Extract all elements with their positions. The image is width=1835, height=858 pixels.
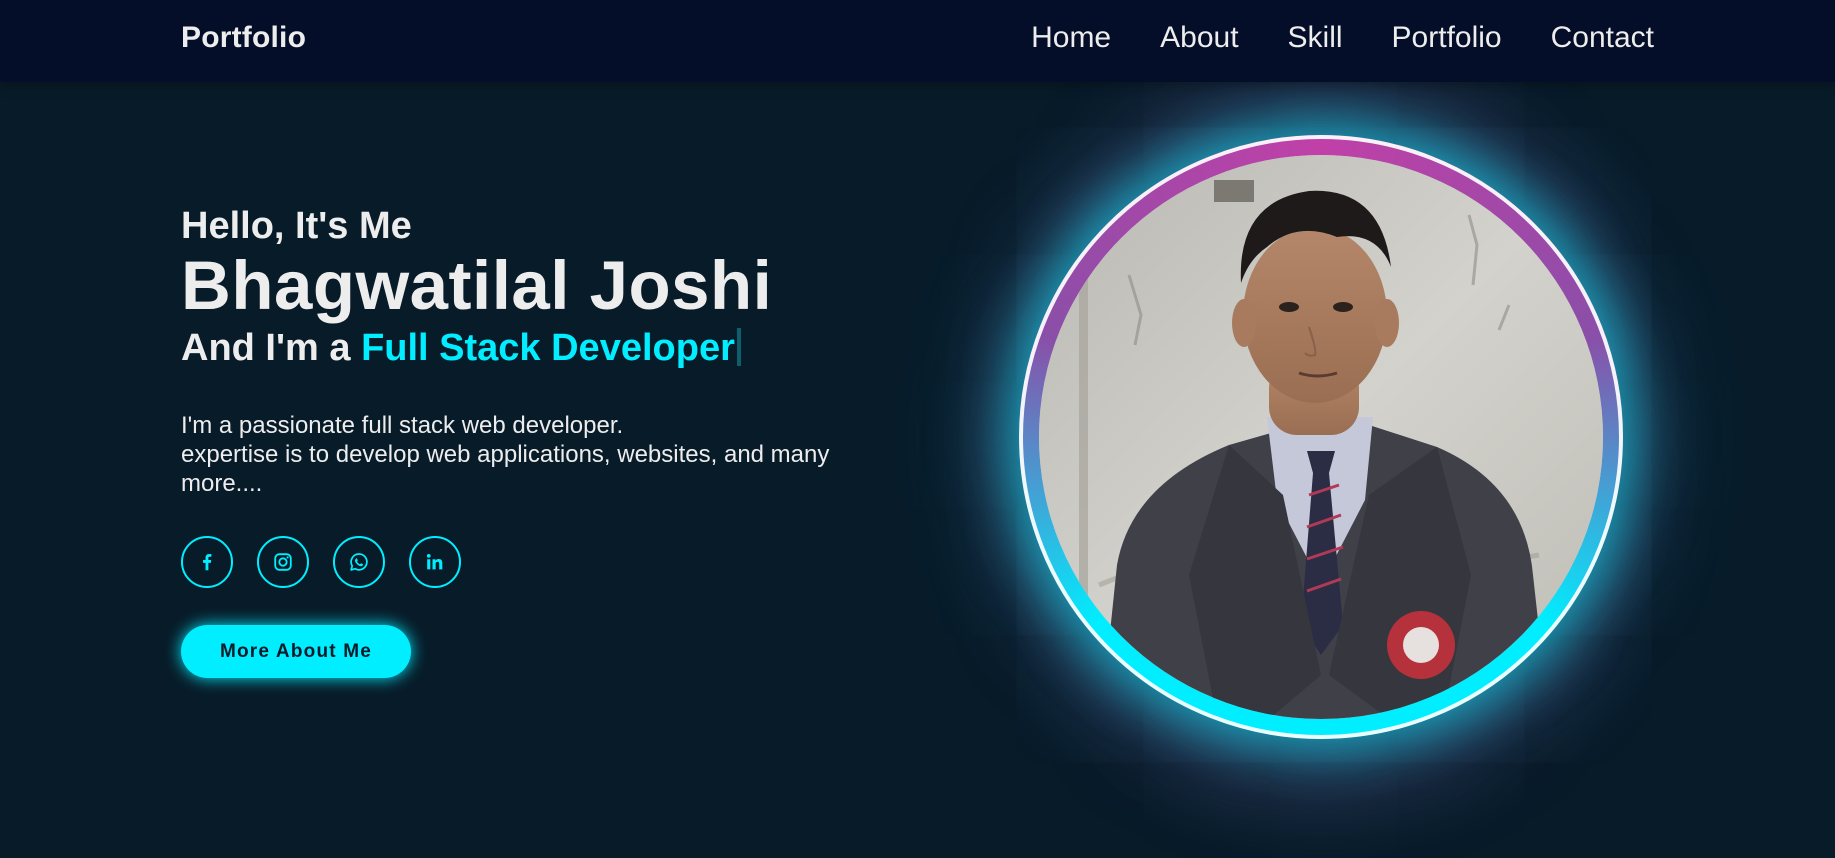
typing-cursor [736, 328, 741, 366]
profile-photo-frame [1019, 135, 1623, 739]
instagram-icon [274, 553, 292, 571]
logo-link[interactable]: Portfolio [181, 21, 306, 55]
greeting-heading: Hello, It's Me [181, 205, 412, 247]
nav-skill[interactable]: Skill [1288, 21, 1343, 55]
instagram-link[interactable] [257, 536, 309, 588]
whatsapp-link[interactable] [333, 536, 385, 588]
linkedin-link[interactable] [409, 536, 461, 588]
facebook-link[interactable] [181, 536, 233, 588]
more-about-me-button[interactable]: More About Me [181, 625, 411, 678]
site-header: Portfolio Home About Skill Portfolio Con… [0, 0, 1835, 82]
nav-contact[interactable]: Contact [1551, 21, 1654, 55]
main-nav: Home About Skill Portfolio Contact [1031, 21, 1654, 55]
role-prefix: And I'm a [181, 327, 362, 369]
description-line-2: expertise is to develop web applications… [181, 441, 830, 497]
hero-description: I'm a passionate full stack web develope… [181, 411, 871, 498]
linkedin-icon [426, 554, 443, 570]
whatsapp-icon [350, 553, 368, 571]
nav-portfolio[interactable]: Portfolio [1392, 21, 1502, 55]
role-highlight: Full Stack Developer [361, 327, 735, 369]
nav-home[interactable]: Home [1031, 21, 1111, 55]
profile-photo [1039, 155, 1603, 719]
hero-content: Hello, It's Me Bhagwatilal Joshi And I'm… [181, 203, 901, 678]
facebook-icon [203, 554, 212, 571]
social-links [181, 536, 901, 588]
name-heading: Bhagwatilal Joshi [181, 247, 773, 324]
description-line-1: I'm a passionate full stack web develope… [181, 412, 624, 439]
nav-about[interactable]: About [1160, 21, 1238, 55]
role-heading: And I'm a Full Stack Developer [181, 323, 901, 373]
